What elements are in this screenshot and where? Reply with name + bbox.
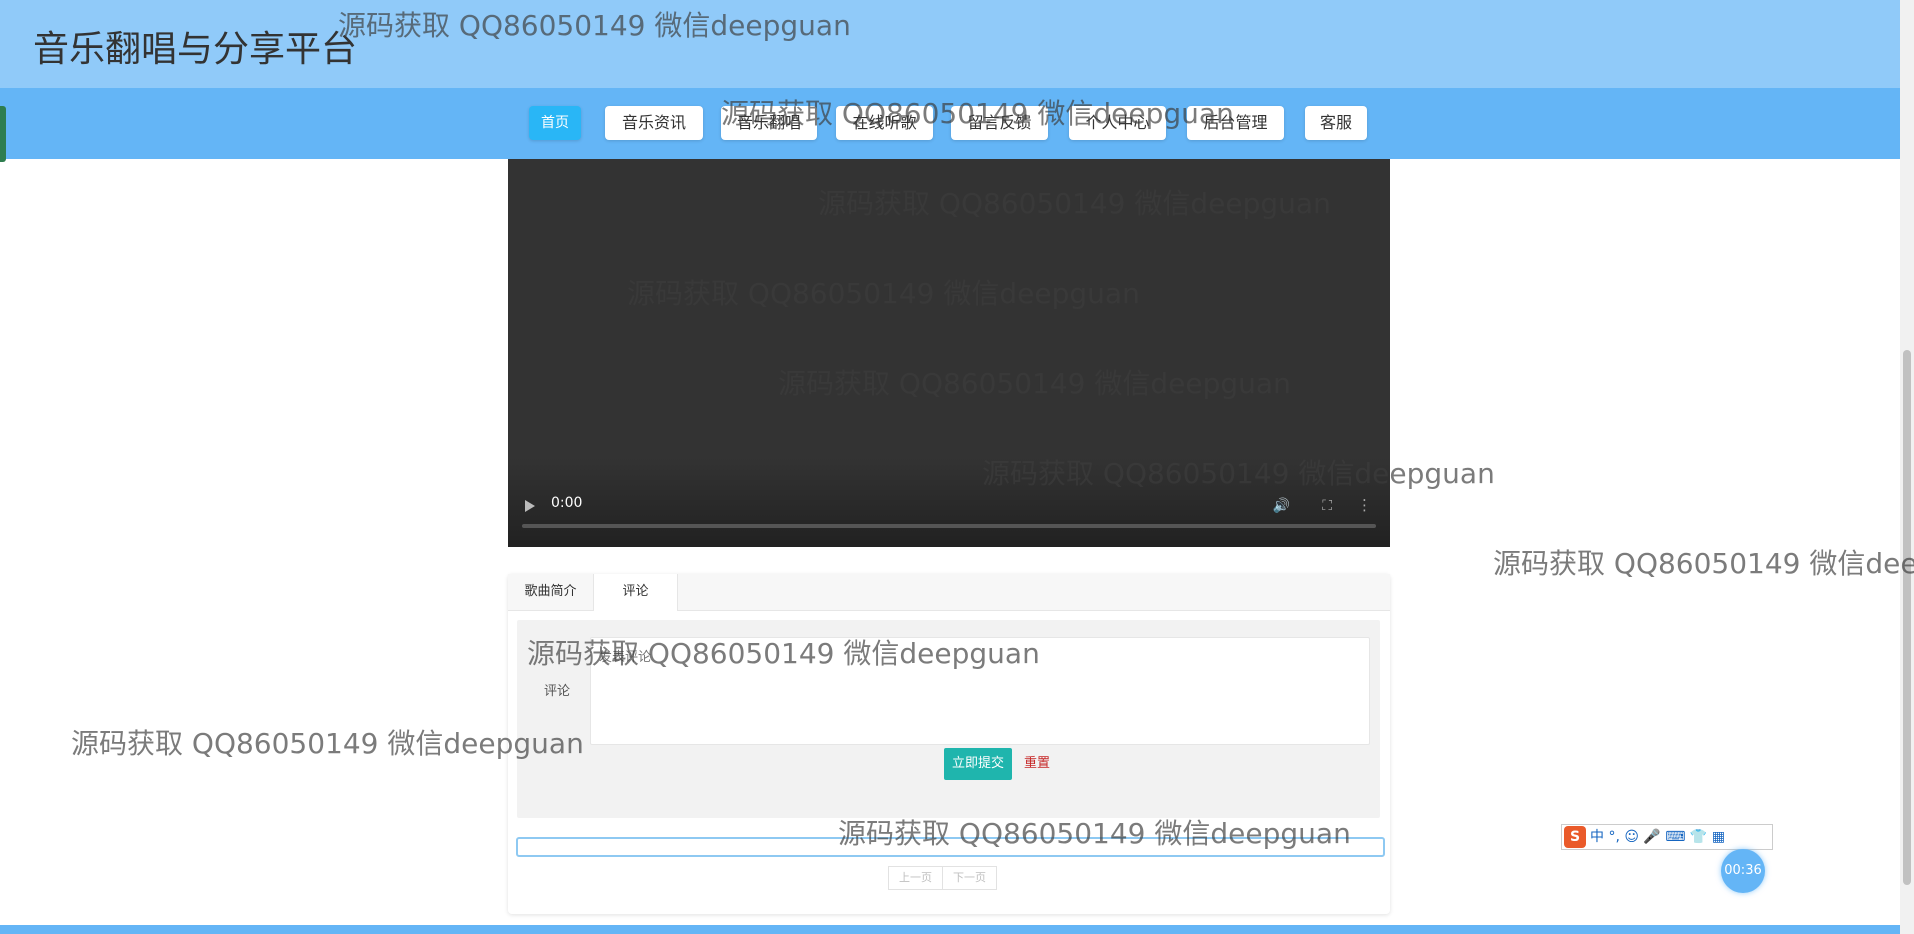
prev-page-button[interactable]: 上一页 (888, 866, 943, 890)
nav-customer-service[interactable]: 客服 (1305, 106, 1367, 140)
watermark-text: 源码获取 QQ86050149 微信deepguan (71, 727, 584, 760)
main-nav (0, 88, 1900, 159)
scrollbar-thumb[interactable] (1903, 350, 1911, 885)
nav-feedback[interactable]: 留言反馈 (951, 106, 1048, 140)
ime-toolbar-icons[interactable]: 中 °, ☺ 🎤 ⌨ 👕 ▦ (1590, 829, 1725, 845)
side-handle[interactable] (0, 106, 6, 162)
recording-timer: 00:36 (1721, 849, 1765, 893)
ime-toolbar[interactable]: S中 °, ☺ 🎤 ⌨ 👕 ▦ (1561, 824, 1773, 850)
play-icon[interactable] (525, 500, 535, 512)
site-title: 音乐翻唱与分享平台 (33, 29, 358, 70)
nav-home[interactable]: 首页 (529, 106, 581, 140)
tab-comments[interactable]: 评论 (593, 574, 678, 611)
comment-label: 评论 (544, 684, 571, 699)
comment-list (516, 837, 1385, 857)
watermark-text: 源码获取 QQ86050149 微信deepguan (1493, 547, 1914, 580)
nav-online-listening[interactable]: 在线听歌 (836, 106, 933, 140)
tab-bar: 歌曲简介 评论 (508, 574, 1390, 611)
video-controls: 0:00 🔊 ⛶ ⋮ (508, 457, 1390, 547)
next-page-button[interactable]: 下一页 (942, 866, 997, 890)
pagination: 上一页 下一页 (888, 866, 997, 890)
volume-icon[interactable]: 🔊 (1273, 498, 1290, 514)
comment-textarea[interactable] (590, 637, 1370, 745)
comment-form: 评论 立即提交 重置 (517, 620, 1380, 818)
video-time: 0:00 (551, 495, 583, 511)
video-progress-bar[interactable] (522, 524, 1376, 528)
video-player[interactable]: 0:00 🔊 ⛶ ⋮ (508, 159, 1390, 547)
page-scrollbar[interactable] (1900, 0, 1914, 934)
nav-music-news[interactable]: 音乐资讯 (605, 106, 703, 140)
nav-music-cover[interactable]: 音乐翻唱 (721, 106, 817, 140)
footer-strip (0, 925, 1900, 934)
more-options-icon[interactable]: ⋮ (1357, 496, 1372, 514)
nav-personal-center[interactable]: 个人中心 (1069, 106, 1166, 140)
nav-admin[interactable]: 后台管理 (1187, 106, 1284, 140)
detail-panel: 歌曲简介 评论 评论 立即提交 重置 上一页下一页 (508, 574, 1390, 914)
sogou-logo-icon: S (1564, 826, 1586, 848)
reset-button[interactable]: 重置 (1024, 748, 1050, 780)
fullscreen-icon[interactable]: ⛶ (1322, 498, 1332, 514)
tab-song-intro[interactable]: 歌曲简介 (508, 574, 593, 610)
submit-button[interactable]: 立即提交 (944, 748, 1012, 780)
site-header: 音乐翻唱与分享平台 (0, 0, 1900, 88)
